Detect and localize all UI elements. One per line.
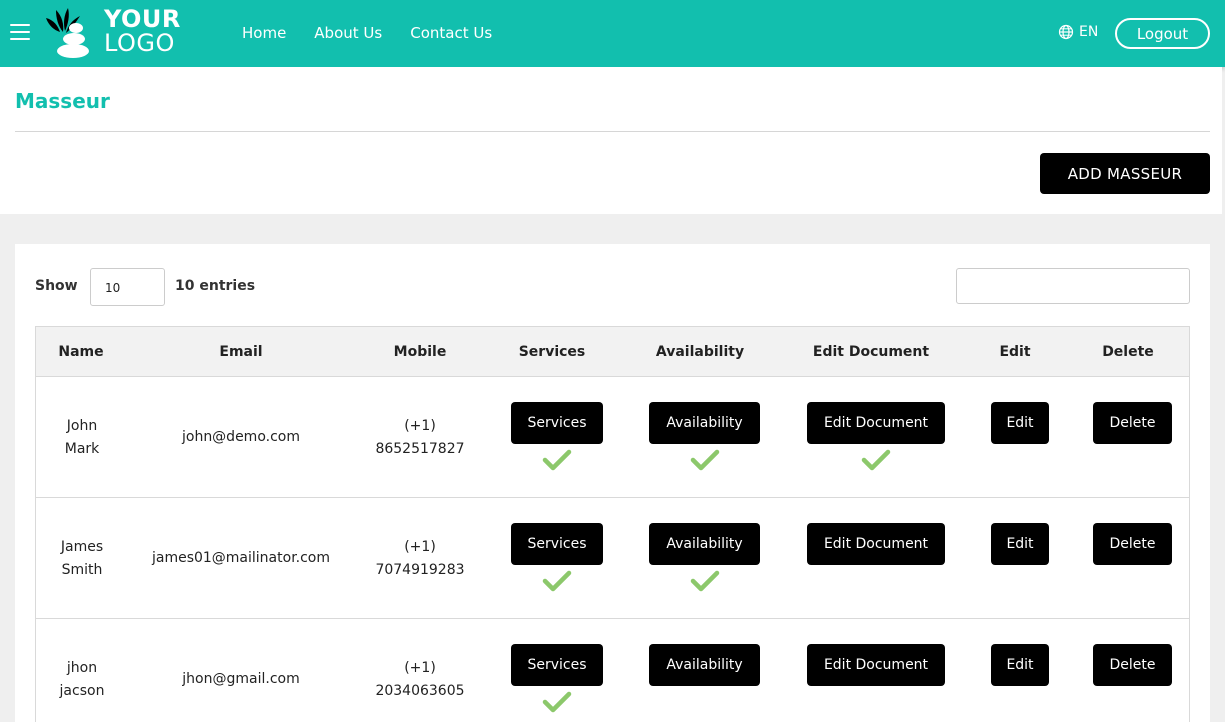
availability-button[interactable]: Availability [649, 523, 760, 565]
table-row: James Smith james01@mailinator.com (+1) … [36, 498, 1189, 619]
name-last: Smith [61, 561, 103, 578]
logout-button[interactable]: Logout [1115, 18, 1210, 49]
edit-cell: Edit [991, 402, 1049, 444]
delete-button[interactable]: Delete [1093, 523, 1172, 565]
checkmark-icon [542, 691, 572, 713]
page-header-panel: Masseur ADD MASSEUR [0, 67, 1222, 214]
show-label: Show [35, 278, 78, 294]
edit-cell: Edit [991, 644, 1049, 686]
edit-cell: Edit [991, 523, 1049, 565]
column-header-services[interactable]: Services [497, 327, 607, 377]
services-button[interactable]: Services [511, 523, 603, 565]
search-input[interactable] [956, 268, 1190, 304]
checkmark-icon [690, 449, 719, 471]
checkmark-icon [542, 570, 572, 592]
top-navbar: YOUR LOGO Home About Us Contact Us EN Lo… [0, 0, 1225, 67]
nav-home[interactable]: Home [242, 24, 286, 42]
masseur-table: Name Email Mobile Services Availability … [35, 326, 1190, 722]
column-header-mobile[interactable]: Mobile [365, 327, 475, 377]
name-last: Mark [64, 440, 100, 457]
name-cell: James Smith [36, 498, 128, 619]
delete-cell: Delete [1093, 644, 1172, 686]
availability-cell: Availability [649, 523, 760, 594]
services-cell: Services [511, 644, 603, 715]
edit-document-cell: Edit Document [807, 402, 945, 473]
checkmark-icon [690, 570, 719, 592]
name-first: jhon [66, 659, 98, 676]
globe-icon [1058, 24, 1074, 40]
availability-button[interactable]: Availability [649, 402, 760, 444]
entries-label: 10 entries [175, 278, 256, 294]
language-code: EN [1079, 24, 1099, 40]
table-row: jhon jacson jhon@gmail.com (+1) 20340636… [36, 619, 1189, 722]
column-header-name[interactable]: Name [36, 327, 126, 377]
edit-document-button[interactable]: Edit Document [807, 523, 945, 565]
availability-button[interactable]: Availability [649, 644, 760, 686]
mobile-number: 2034063605 [375, 682, 465, 699]
table-header: Name Email Mobile Services Availability … [36, 327, 1189, 377]
edit-document-button[interactable]: Edit Document [807, 402, 945, 444]
mobile-number: 7074919283 [375, 561, 465, 578]
entries-per-page-select[interactable]: 10 [90, 268, 165, 306]
hamburger-menu-icon[interactable] [10, 24, 30, 42]
name-first: James [60, 538, 104, 555]
delete-cell: Delete [1093, 523, 1172, 565]
email-cell: jhon@gmail.com [182, 671, 300, 687]
masseur-table-card: Show 10 10 entries Name Email Mobile Ser… [15, 244, 1210, 722]
language-selector[interactable]: EN [1058, 24, 1098, 40]
edit-document-cell: Edit Document [807, 523, 945, 565]
name-cell: jhon jacson [36, 619, 128, 722]
edit-document-button[interactable]: Edit Document [807, 644, 945, 686]
mobile-code: (+1) [404, 659, 436, 676]
services-cell: Services [511, 523, 603, 594]
column-header-edit[interactable]: Edit [975, 327, 1055, 377]
column-header-delete[interactable]: Delete [1083, 327, 1173, 377]
nav-contact-us[interactable]: Contact Us [410, 24, 492, 42]
delete-button[interactable]: Delete [1093, 644, 1172, 686]
availability-cell: Availability [649, 402, 760, 473]
email-cell: james01@mailinator.com [151, 550, 331, 566]
mobile-cell: (+1) 7074919283 [365, 498, 475, 619]
table-row: John Mark john@demo.com (+1) 8652517827 … [36, 377, 1189, 498]
mobile-number: 8652517827 [375, 440, 465, 457]
availability-cell: Availability [649, 644, 760, 686]
edit-button[interactable]: Edit [991, 402, 1049, 444]
logo-line1: YOUR [104, 5, 181, 33]
logo[interactable]: YOUR LOGO [44, 6, 194, 62]
name-cell: John Mark [36, 377, 128, 498]
mobile-cell: (+1) 8652517827 [365, 377, 475, 498]
edit-document-cell: Edit Document [807, 644, 945, 686]
edit-button[interactable]: Edit [991, 644, 1049, 686]
lotus-stones-logo-icon [46, 8, 89, 58]
mobile-cell: (+1) 2034063605 [365, 619, 475, 722]
main-nav: Home About Us Contact Us [242, 24, 492, 42]
services-cell: Services [511, 402, 603, 473]
nav-about-us[interactable]: About Us [314, 24, 382, 42]
divider [15, 131, 1210, 132]
services-button[interactable]: Services [511, 644, 603, 686]
delete-cell: Delete [1093, 402, 1172, 444]
column-header-email[interactable]: Email [136, 327, 346, 377]
logo-text: YOUR LOGO [104, 7, 181, 55]
edit-button[interactable]: Edit [991, 523, 1049, 565]
mobile-code: (+1) [404, 417, 436, 434]
logo-line2: LOGO [104, 29, 175, 57]
add-masseur-button[interactable]: ADD MASSEUR [1040, 153, 1210, 194]
services-button[interactable]: Services [511, 402, 603, 444]
mobile-code: (+1) [404, 538, 436, 555]
checkmark-icon [861, 449, 891, 471]
name-first: John [66, 417, 98, 434]
delete-button[interactable]: Delete [1093, 402, 1172, 444]
name-last: jacson [59, 682, 105, 699]
page-title: Masseur [15, 89, 110, 113]
column-header-availability[interactable]: Availability [635, 327, 765, 377]
column-header-edit-document[interactable]: Edit Document [796, 327, 946, 377]
email-cell: john@demo.com [181, 429, 300, 445]
checkmark-icon [542, 449, 572, 471]
